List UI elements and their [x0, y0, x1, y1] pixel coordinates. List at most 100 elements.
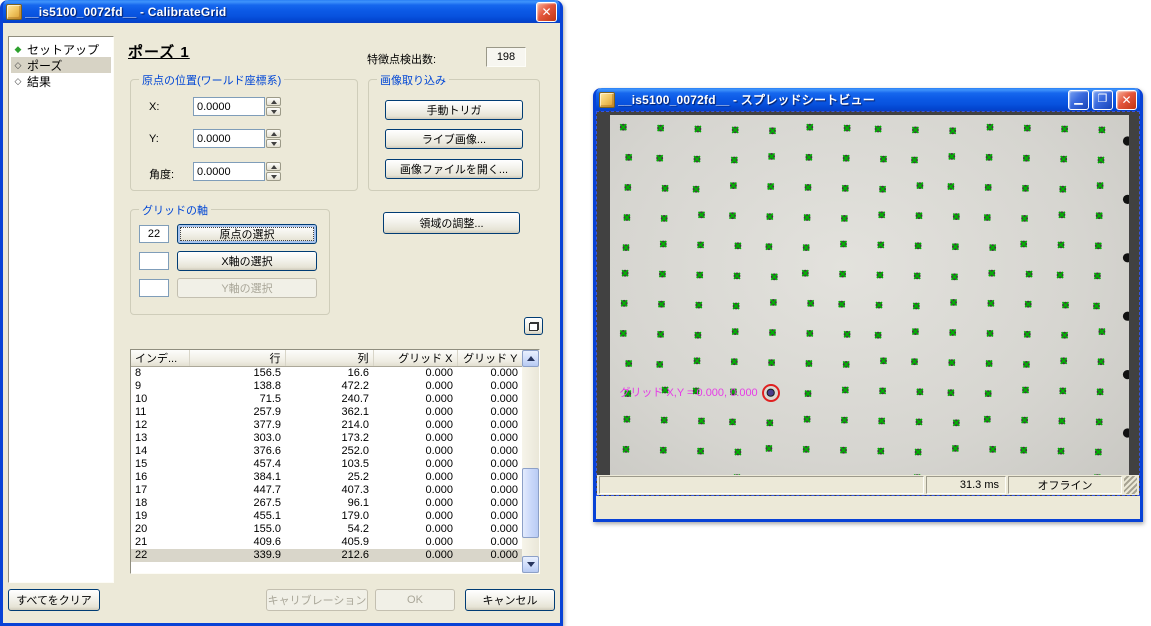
angle-field[interactable]: 0.0000 [193, 162, 265, 181]
y-axis-count-field[interactable] [139, 279, 169, 297]
open-image-file-button[interactable]: 画像ファイルを開く... [385, 159, 523, 179]
col-grid-x[interactable]: グリッド X [373, 350, 457, 367]
table-cell: 0.000 [457, 432, 522, 445]
table-cell: 267.5 [189, 497, 285, 510]
scrollbar-thumb[interactable] [522, 468, 539, 538]
table-cell: 21 [131, 536, 189, 549]
table-cell: 54.2 [285, 523, 373, 536]
table-row[interactable]: 14376.6252.00.0000.000 [131, 445, 522, 458]
x-label: X: [149, 101, 159, 113]
table-cell: 8 [131, 367, 189, 380]
table-row[interactable]: 20155.054.20.0000.000 [131, 523, 522, 536]
nav-item-results[interactable]: ◇ 結果 [11, 73, 111, 89]
live-image-button[interactable]: ライブ画像... [385, 129, 523, 149]
resize-grip[interactable] [1124, 476, 1137, 494]
titlebar[interactable]: __is5100_0072fd__ - スプレッドシートビュー ▁ ❐ ✕ [596, 88, 1140, 111]
manual-trigger-button[interactable]: 手動トリガ [385, 100, 523, 120]
select-origin-button[interactable]: 原点の選択 [177, 224, 317, 244]
camera-image[interactable]: グリッド X,Y = 0.000, 0.000 [610, 115, 1129, 494]
table-cell: 212.6 [285, 549, 373, 562]
select-x-axis-button[interactable]: X軸の選択 [177, 251, 317, 271]
spin-up-icon[interactable] [266, 162, 281, 171]
table-cell: 0.000 [457, 367, 522, 380]
maximize-icon[interactable]: ❐ [1092, 90, 1113, 110]
x-axis-count-field[interactable] [139, 252, 169, 270]
col-column[interactable]: 列 [285, 350, 373, 367]
table-cell: 0.000 [373, 536, 457, 549]
table-row[interactable]: 12377.9214.00.0000.000 [131, 419, 522, 432]
scroll-up-icon[interactable] [522, 350, 539, 367]
table-cell: 20 [131, 523, 189, 536]
spin-down-icon[interactable] [266, 107, 281, 116]
table-cell: 0.000 [373, 445, 457, 458]
titlebar[interactable]: __is5100_0072fd__ - CalibrateGrid ✕ [3, 0, 560, 23]
table-row[interactable]: 15457.4103.50.0000.000 [131, 458, 522, 471]
table-row[interactable]: 8156.516.60.0000.000 [131, 367, 522, 380]
table-cell: 0.000 [373, 458, 457, 471]
group-title: グリッドの軸 [139, 202, 211, 218]
close-icon[interactable]: ✕ [1116, 90, 1137, 110]
table-row[interactable]: 22339.9212.60.0000.000 [131, 549, 522, 562]
table-row[interactable]: 16384.125.20.0000.000 [131, 471, 522, 484]
table-cell: 409.6 [189, 536, 285, 549]
table-row[interactable]: 19455.1179.00.0000.000 [131, 510, 522, 523]
nav-item-setup[interactable]: ◆ セットアップ [11, 41, 111, 57]
table-cell: 173.2 [285, 432, 373, 445]
table-cell: 9 [131, 380, 189, 393]
table-cell: 252.0 [285, 445, 373, 458]
spin-up-icon[interactable] [266, 129, 281, 138]
table-cell: 17 [131, 484, 189, 497]
clear-all-button[interactable]: すべてをクリア [8, 589, 100, 611]
table-cell: 0.000 [457, 523, 522, 536]
y-field[interactable]: 0.0000 [193, 129, 265, 148]
table-cell: 13 [131, 432, 189, 445]
table-cell: 0.000 [373, 549, 457, 562]
table-cell: 240.7 [285, 393, 373, 406]
table-cell: 214.0 [285, 419, 373, 432]
image-view-client[interactable]: グリッド X,Y = 0.000, 0.000 31.3 ms オフライン [596, 111, 1140, 496]
adjust-region-button[interactable]: 領域の調整... [383, 212, 520, 234]
table-row[interactable]: 9138.8472.20.0000.000 [131, 380, 522, 393]
cancel-button[interactable]: キャンセル [465, 589, 555, 611]
minimize-icon[interactable]: ▁ [1068, 90, 1089, 110]
col-index[interactable]: インデ... [131, 350, 189, 367]
close-icon[interactable]: ✕ [536, 2, 557, 22]
angle-spinner[interactable] [266, 162, 281, 181]
table-cell: 0.000 [373, 380, 457, 393]
spin-up-icon[interactable] [266, 97, 281, 106]
spin-down-icon[interactable] [266, 172, 281, 181]
table-cell: 377.9 [189, 419, 285, 432]
vertical-scrollbar[interactable] [522, 350, 539, 573]
table-cell: 0.000 [373, 419, 457, 432]
table-cell: 362.1 [285, 406, 373, 419]
col-grid-y[interactable]: グリッド Y [457, 350, 522, 367]
table-row[interactable]: 11257.9362.10.0000.000 [131, 406, 522, 419]
y-spinner[interactable] [266, 129, 281, 148]
nav-item-pose[interactable]: ◇ ポーズ [11, 57, 111, 73]
popout-button[interactable] [524, 317, 543, 335]
x-field[interactable]: 0.0000 [193, 97, 265, 116]
origin-position-group: 原点の位置(ワールド座標系) X: 0.0000 Y: 0.0000 角度: 0… [130, 79, 358, 191]
table-cell: 376.6 [189, 445, 285, 458]
angle-label: 角度: [149, 166, 174, 182]
group-title: 原点の位置(ワールド座標系) [139, 72, 284, 88]
col-row[interactable]: 行 [189, 350, 285, 367]
group-title: 画像取り込み [377, 72, 449, 88]
table-row[interactable]: 21409.6405.90.0000.000 [131, 536, 522, 549]
table-cell: 0.000 [457, 549, 522, 562]
x-spinner[interactable] [266, 97, 281, 116]
table-row[interactable]: 18267.596.10.0000.000 [131, 497, 522, 510]
table-cell: 0.000 [373, 523, 457, 536]
table-row[interactable]: 1071.5240.70.0000.000 [131, 393, 522, 406]
scroll-down-icon[interactable] [522, 556, 539, 573]
table-cell: 0.000 [373, 367, 457, 380]
spin-down-icon[interactable] [266, 139, 281, 148]
table-row[interactable]: 17447.7407.30.0000.000 [131, 484, 522, 497]
table-cell: 156.5 [189, 367, 285, 380]
origin-count-field[interactable]: 22 [139, 225, 169, 243]
table-row[interactable]: 13303.0173.20.0000.000 [131, 432, 522, 445]
feature-count-label: 特徴点検出数: [367, 51, 436, 67]
calibration-button: キャリブレーション [266, 589, 368, 611]
table-header-row[interactable]: インデ... 行 列 グリッド X グリッド Y [131, 350, 522, 367]
step-list: ◆ セットアップ ◇ ポーズ ◇ 結果 [8, 36, 114, 583]
